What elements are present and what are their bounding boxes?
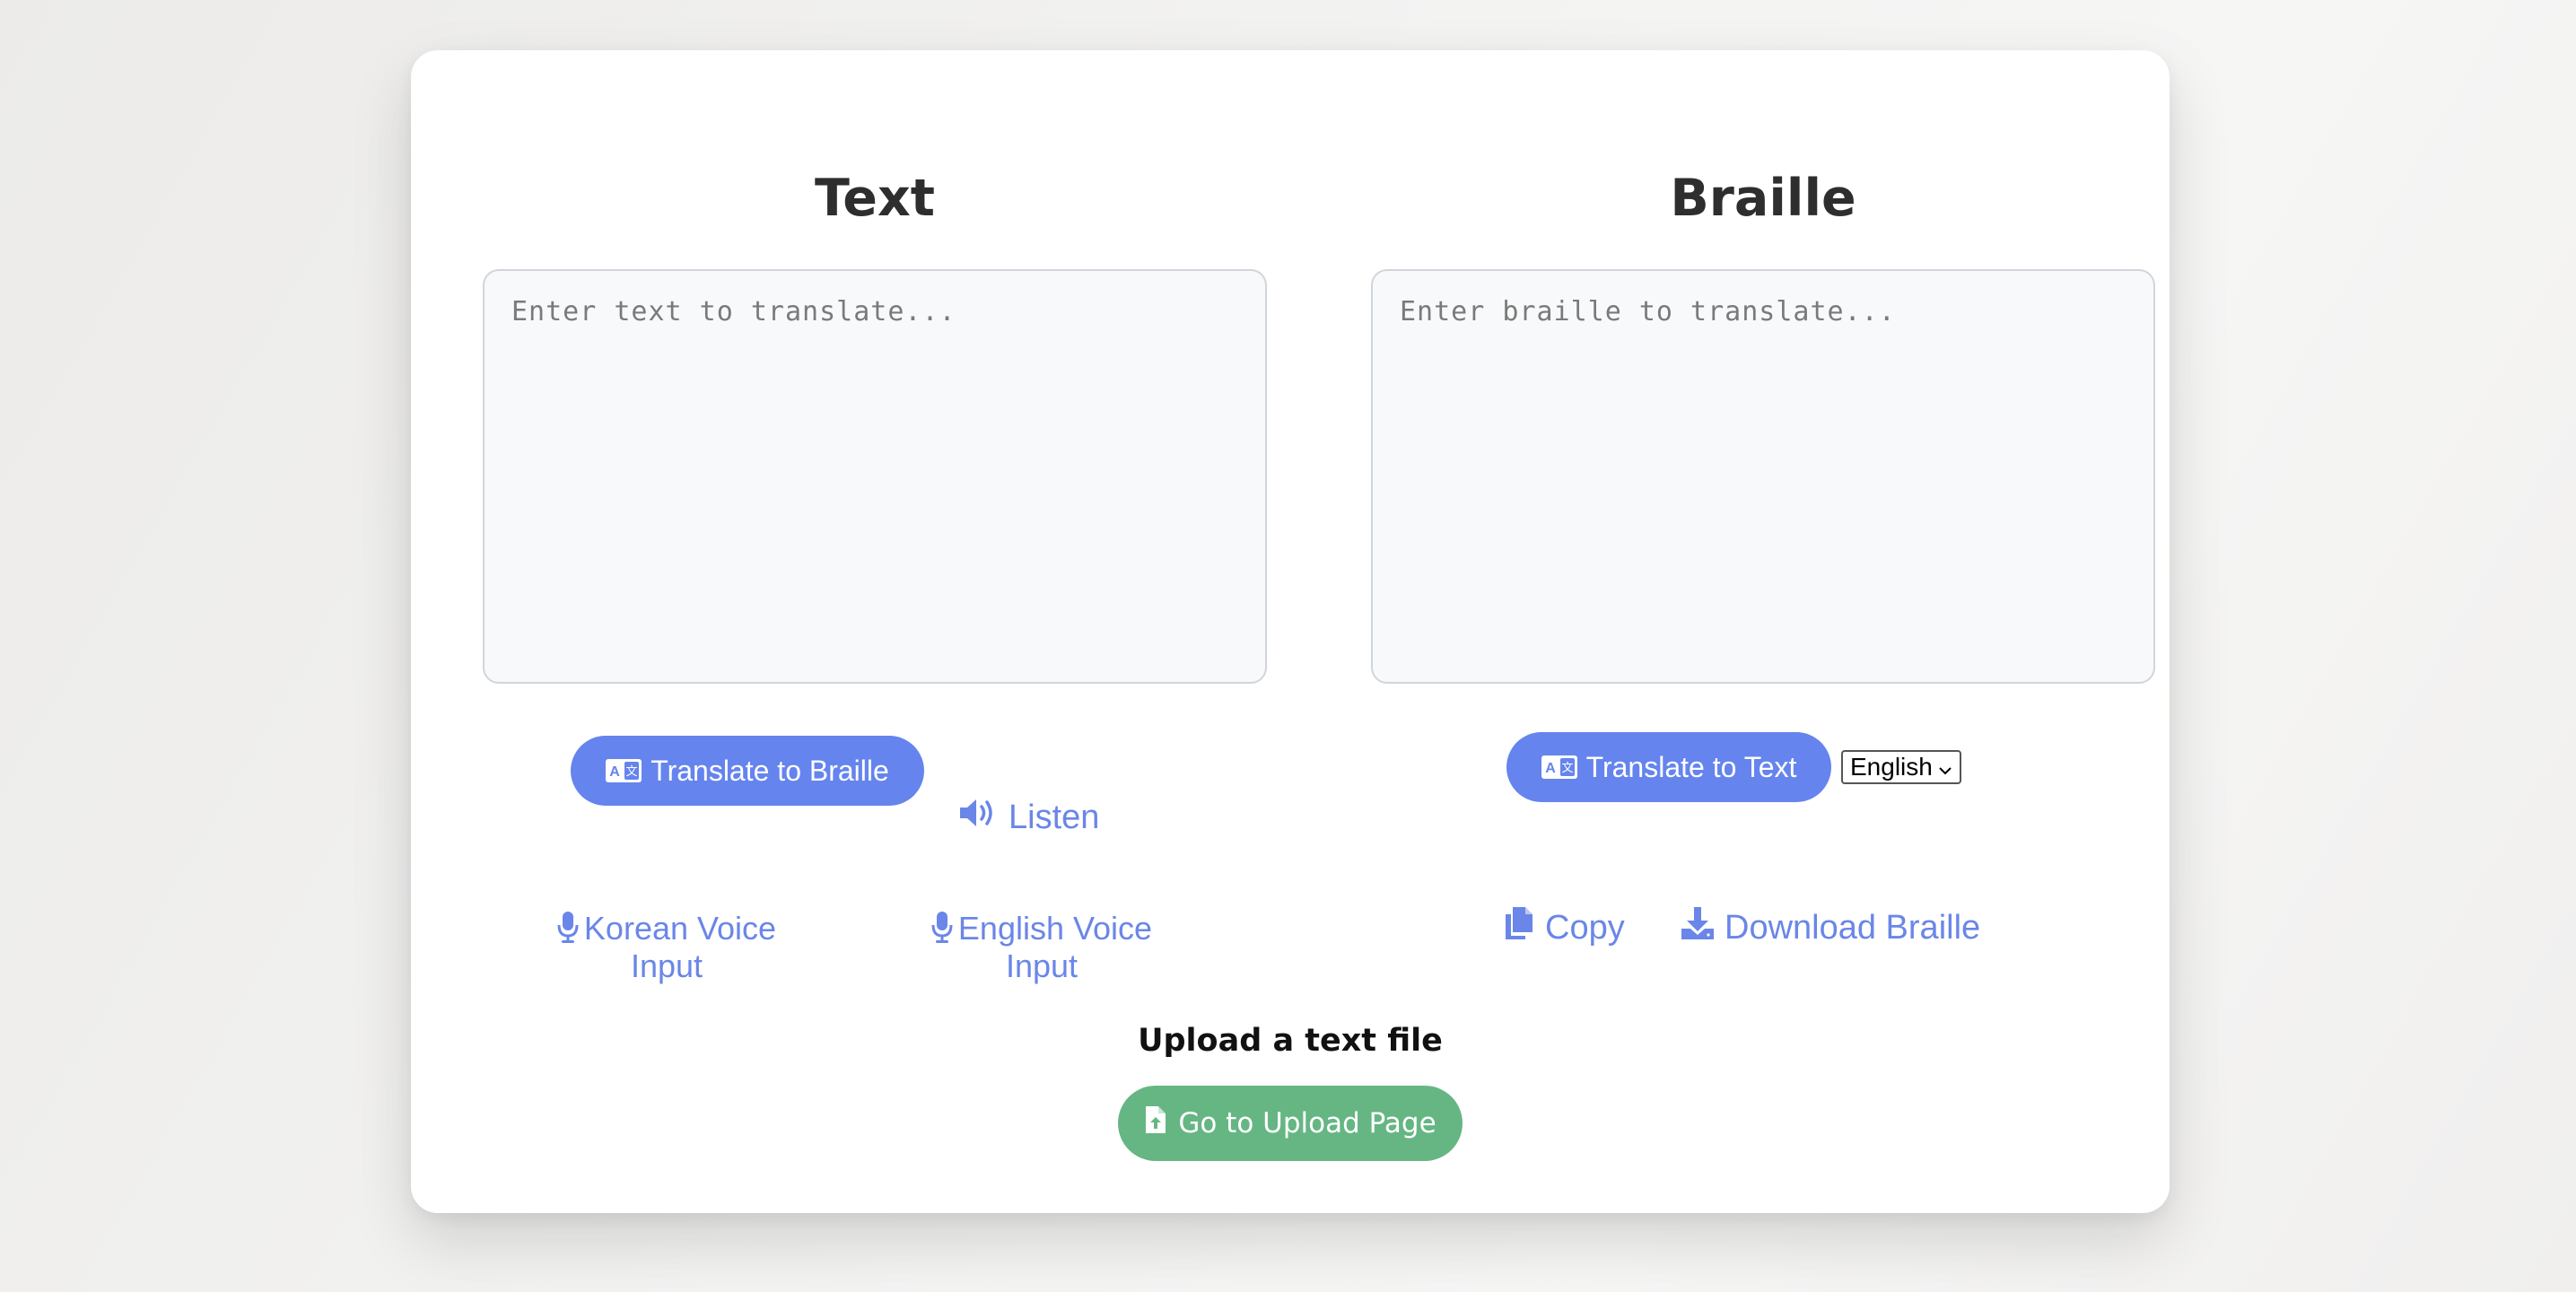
english-voice-label-line2: Input [1005, 947, 1078, 984]
download-braille-label: Download Braille [1725, 908, 1981, 947]
language-select-value: English [1850, 753, 1933, 781]
chevron-down-icon [1938, 753, 1952, 781]
translate-to-text-button[interactable]: A 文 Translate to Text [1506, 732, 1831, 802]
go-to-upload-page-button[interactable]: Go to Upload Page [1118, 1086, 1463, 1161]
svg-text:文: 文 [626, 765, 638, 779]
language-select[interactable]: English [1841, 750, 1961, 784]
copy-label: Copy [1545, 908, 1625, 947]
english-voice-input-button[interactable]: English Voice Input [912, 910, 1172, 985]
copy-button[interactable]: Copy [1502, 905, 1625, 950]
upload-section-label: Upload a text file [1138, 1023, 1443, 1059]
listen-label: Listen [1009, 798, 1100, 836]
korean-voice-label-line1: Korean Voice [583, 910, 777, 947]
english-voice-label-line1: English Voice [957, 910, 1153, 947]
copy-icon [1502, 905, 1536, 950]
go-to-upload-page-label: Go to Upload Page [1178, 1107, 1436, 1139]
korean-voice-label-line2: Input [630, 947, 703, 984]
text-input[interactable] [483, 269, 1267, 684]
svg-text:A: A [1545, 761, 1556, 776]
braille-input[interactable] [1371, 269, 2155, 684]
translate-to-braille-label: Translate to Braille [651, 754, 889, 787]
translate-icon: A 文 [1541, 755, 1577, 779]
translate-to-braille-button[interactable]: A 文 Translate to Braille [571, 736, 924, 806]
korean-voice-input-button[interactable]: Korean Voice Input [541, 910, 792, 985]
svg-text:文: 文 [1561, 762, 1573, 775]
volume-icon [958, 797, 1000, 838]
translate-icon: A 文 [606, 759, 642, 782]
microphone-icon [931, 910, 958, 947]
download-icon [1680, 905, 1716, 950]
braille-panel-title: Braille [1670, 169, 1856, 228]
microphone-icon [557, 910, 584, 947]
text-panel-title: Text [815, 169, 935, 228]
svg-text:A: A [609, 764, 620, 780]
translate-to-text-label: Translate to Text [1585, 750, 1797, 783]
download-braille-button[interactable]: Download Braille [1680, 905, 1980, 950]
translator-card: Text Braille A 文 Translate to Braille Li… [411, 50, 2170, 1213]
file-upload-icon [1144, 1104, 1167, 1142]
listen-button[interactable]: Listen [958, 797, 1099, 838]
